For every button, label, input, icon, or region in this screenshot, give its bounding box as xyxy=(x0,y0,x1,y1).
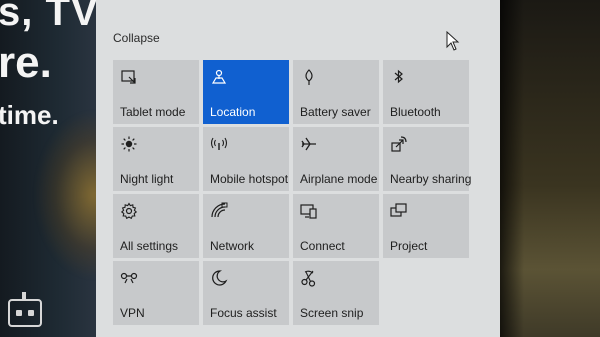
background-text-line: re. xyxy=(0,38,52,87)
tile-nearby-sharing[interactable]: Nearby sharing xyxy=(383,127,472,191)
tile-label: Battery saver xyxy=(300,105,371,119)
tile-project[interactable]: Project xyxy=(383,194,469,258)
tile-label: Mobile hotspot xyxy=(210,172,289,186)
tablet-mode-icon xyxy=(120,68,138,86)
desktop-background-right xyxy=(500,0,600,337)
background-text-line: s, TV xyxy=(0,0,96,34)
tile-label: Location xyxy=(210,105,256,119)
screen-snip-icon xyxy=(300,269,318,287)
project-icon xyxy=(390,202,408,220)
tile-screen-snip[interactable]: Screen snip xyxy=(293,261,379,325)
tile-label: Project xyxy=(390,239,428,253)
tile-location[interactable]: Location xyxy=(203,60,289,124)
tile-tablet-mode[interactable]: Tablet mode xyxy=(113,60,199,124)
action-center-panel: Collapse Tablet mode Location Battery sa… xyxy=(96,0,500,337)
network-icon xyxy=(210,202,228,220)
night-light-icon xyxy=(120,135,138,153)
tile-label: Connect xyxy=(300,239,345,253)
tile-label: Bluetooth xyxy=(390,105,441,119)
watermark-logo xyxy=(8,299,42,327)
background-figure xyxy=(34,110,96,280)
tile-airplane-mode[interactable]: Airplane mode xyxy=(293,127,379,191)
bluetooth-icon xyxy=(390,68,408,86)
tile-focus-assist[interactable]: Focus assist xyxy=(203,261,289,325)
gear-icon xyxy=(120,202,138,220)
tile-label: Focus assist xyxy=(210,306,277,320)
nearby-sharing-icon xyxy=(390,135,408,153)
collapse-link[interactable]: Collapse xyxy=(113,31,160,45)
tile-label: All settings xyxy=(120,239,179,253)
tile-label: Airplane mode xyxy=(300,172,378,186)
tile-label: Tablet mode xyxy=(120,105,186,119)
tile-night-light[interactable]: Night light xyxy=(113,127,199,191)
tile-connect[interactable]: Connect xyxy=(293,194,379,258)
location-icon xyxy=(210,68,228,86)
tile-label: VPN xyxy=(120,306,145,320)
tile-all-settings[interactable]: All settings xyxy=(113,194,199,258)
tile-label: Network xyxy=(210,239,255,253)
connect-icon xyxy=(300,202,318,220)
mouse-cursor-icon xyxy=(446,31,460,51)
mobile-hotspot-icon xyxy=(210,135,228,153)
vpn-icon xyxy=(120,269,138,287)
tile-label: Night light xyxy=(120,172,174,186)
background-text-line: time. xyxy=(0,100,59,130)
tile-mobile-hotspot[interactable]: Mobile hotspot xyxy=(203,127,289,191)
battery-saver-icon xyxy=(300,68,318,86)
desktop-background-left: s, TV re. time. xyxy=(0,0,96,337)
tile-network[interactable]: Network xyxy=(203,194,289,258)
moon-icon xyxy=(210,269,228,287)
tile-battery-saver[interactable]: Battery saver xyxy=(293,60,379,124)
tile-label: Nearby sharing xyxy=(390,172,472,186)
airplane-icon xyxy=(300,135,318,153)
tile-bluetooth[interactable]: Bluetooth xyxy=(383,60,469,124)
tile-label: Screen snip xyxy=(300,306,364,320)
tile-vpn[interactable]: VPN xyxy=(113,261,199,325)
